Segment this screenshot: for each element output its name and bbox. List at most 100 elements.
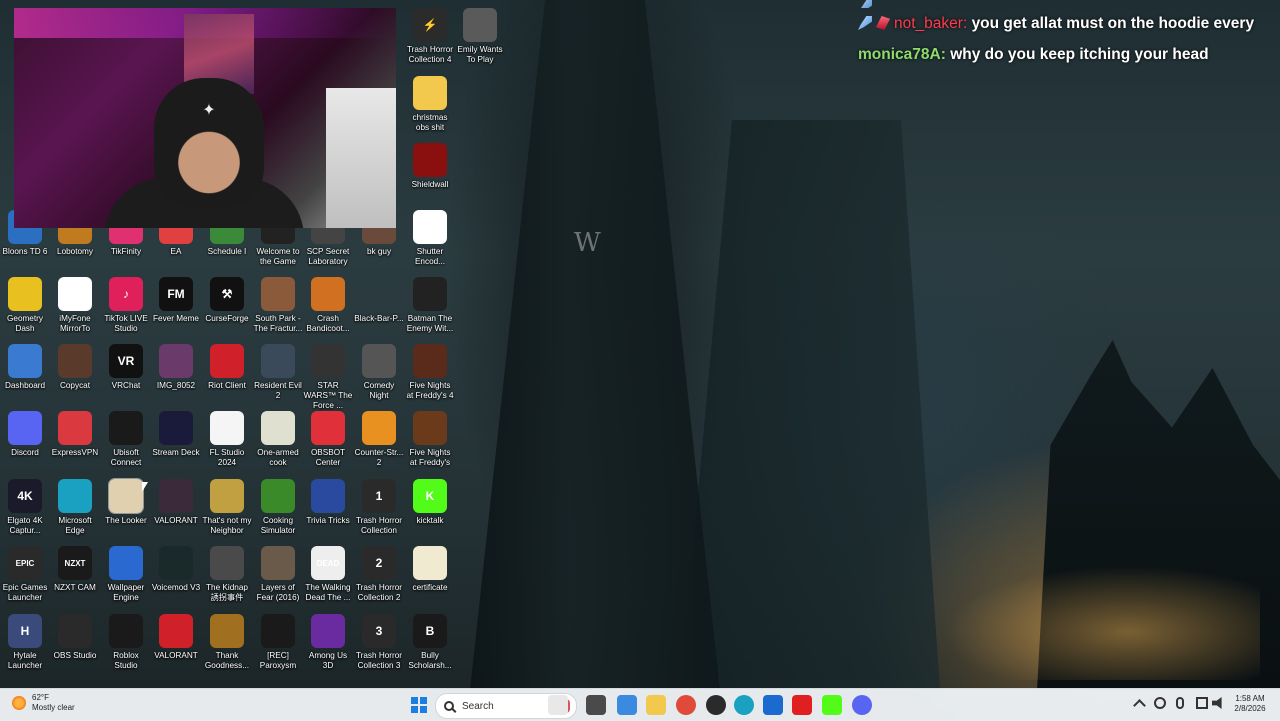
desktop-icon[interactable]: Trivia Tricks <box>303 479 353 526</box>
desktop-icon[interactable]: That's not my Neighbor <box>202 479 252 536</box>
desktop-icon[interactable]: [REC] Paroxysm <box>253 614 303 671</box>
mirror-icon <box>58 277 92 311</box>
desktop-icon[interactable]: Copycat <box>50 344 100 391</box>
taskbar-clock[interactable]: 1:58 AM 2/8/2026 <box>1228 694 1272 714</box>
edge-icon[interactable] <box>734 695 754 715</box>
onedrive-icon[interactable] <box>1154 697 1166 709</box>
desktop-icon[interactable]: Resident Evil 2 <box>253 344 303 401</box>
desktop-icon-label: Microsoft Edge <box>58 516 92 535</box>
desktop-icon[interactable]: VALORANT <box>151 614 201 661</box>
vpn-icon <box>58 411 92 445</box>
desktop-icon[interactable]: Ubisoft Connect <box>101 411 151 468</box>
desktop-icon[interactable]: Stream Deck <box>151 411 201 458</box>
desktop-icon[interactable]: Riot Client <box>202 344 252 391</box>
widgets-icon[interactable] <box>548 695 568 715</box>
desktop-icon[interactable]: Shutter Encod... <box>405 210 455 267</box>
chevron-up-icon[interactable] <box>1133 697 1146 712</box>
desktop-icon[interactable]: B Bully Scholarsh... <box>405 614 455 671</box>
chrome-icon[interactable] <box>676 695 696 715</box>
copilot-icon[interactable] <box>617 695 637 715</box>
file-explorer-icon[interactable] <box>586 695 606 715</box>
shield-check-icon <box>8 344 42 378</box>
desktop-icon[interactable]: NZXT NZXT CAM <box>50 546 100 593</box>
desktop-icon[interactable]: Crash Bandicoot... <box>303 277 353 334</box>
desktop-icon-label: Copycat <box>59 381 91 390</box>
desktop-icon[interactable]: Voicemod V3 <box>151 546 201 593</box>
windows-start-icon[interactable] <box>411 697 427 713</box>
desktop-icon-label: Discord <box>11 448 39 457</box>
desktop-icon[interactable]: Emily Wants To Play <box>455 8 505 65</box>
desktop-icon[interactable]: Five Nights at Freddy's <box>405 411 455 468</box>
desktop-icon-label: Resident Evil 2 <box>254 381 302 400</box>
desktop-icon[interactable]: Dashboard <box>0 344 50 391</box>
kick-icon: K <box>413 479 447 513</box>
discord-icon[interactable] <box>852 695 872 715</box>
discord-icon <box>8 411 42 445</box>
webcam-pc-case <box>326 88 396 228</box>
desktop-icon[interactable]: One-armed cook <box>253 411 303 468</box>
obs-icon[interactable] <box>706 695 726 715</box>
desktop-icon-label: Dashboard <box>4 381 46 390</box>
desktop-icon[interactable]: FL Studio 2024 <box>202 411 252 468</box>
desktop-icon[interactable]: 4K Elgato 4K Captur... <box>0 479 50 536</box>
kick-icon[interactable] <box>822 695 842 715</box>
desktop-icon[interactable]: Comedy Night <box>354 344 404 401</box>
chat-text: why do you keep itching your head <box>950 46 1209 63</box>
desktop-icon-label: Cooking Simulator <box>260 516 296 535</box>
game-icon <box>261 344 295 378</box>
volume-icon[interactable] <box>1212 697 1222 709</box>
desktop-icon[interactable]: Thank Goodness... <box>202 614 252 671</box>
desktop-icon[interactable]: 1 Trash Horror Collection <box>354 479 404 536</box>
folder-icon[interactable] <box>646 695 666 715</box>
desktop-icon[interactable]: Discord <box>0 411 50 458</box>
desktop-icon[interactable]: Geometry Dash <box>0 277 50 334</box>
desktop-icon[interactable]: 3 Trash Horror Collection 3 <box>354 614 404 671</box>
desktop-icon[interactable]: Among Us 3D <box>303 614 353 671</box>
desktop-icon[interactable]: Roblox Studio <box>101 614 151 671</box>
desktop-icon[interactable]: Counter-Str... 2 <box>354 411 404 468</box>
desktop-icon[interactable]: FM Fever Meme <box>151 277 201 324</box>
desktop-icon[interactable]: Batman The Enemy Wit... <box>405 277 455 334</box>
desktop-icon[interactable]: OBS Studio <box>50 614 100 661</box>
desktop-icon[interactable]: Wallpaper Engine <box>101 546 151 603</box>
riot-icon <box>210 344 244 378</box>
desktop-icon[interactable]: ♪ TikTok LIVE Studio <box>101 277 151 334</box>
desktop-icon[interactable]: EPIC Epic Games Launcher <box>0 546 50 603</box>
desktop-icon[interactable]: christmas obs shit <box>405 76 455 133</box>
desktop-icon[interactable]: certificate <box>405 546 455 593</box>
desktop-icon[interactable]: ⚒ CurseForge <box>202 277 252 324</box>
desktop-icon[interactable]: Shieldwall <box>405 143 455 190</box>
desktop-icon[interactable]: iMyFone MirrorTo <box>50 277 100 334</box>
desktop-icon[interactable]: VR VRChat <box>101 344 151 391</box>
crash-icon <box>311 277 345 311</box>
desktop-icon[interactable]: Microsoft Edge <box>50 479 100 536</box>
desktop-icon[interactable]: IMG_8052 <box>151 344 201 391</box>
desktop-icon[interactable]: OBSBOT Center <box>303 411 353 468</box>
desktop-icon[interactable]: South Park - The Fractur... <box>253 277 303 334</box>
desktop-icon[interactable]: 2 Trash Horror Collection 2 <box>354 546 404 603</box>
desktop-icon-label: bk guy <box>366 247 392 256</box>
desktop-icon[interactable]: Kkicktalk <box>405 479 455 526</box>
riot-icon <box>159 614 193 648</box>
desktop-icon[interactable]: STAR WARS™ The Force ... <box>303 344 353 411</box>
desktop-icon[interactable]: ExpressVPN <box>50 411 100 458</box>
desktop-icon[interactable]: H Hytale Launcher <box>0 614 50 671</box>
desktop-icon[interactable]: Cooking Simulator <box>253 479 303 536</box>
sword-badge-icon <box>858 16 872 30</box>
obsbot-icon <box>311 411 345 445</box>
desktop-icon[interactable]: ⚡ Trash Horror Collection 4 <box>405 8 455 65</box>
microphone-icon[interactable] <box>1176 697 1184 709</box>
chat-username: monica78A: <box>858 46 946 63</box>
desktop-icon[interactable]: Layers of Fear (2016) <box>253 546 303 603</box>
youtube-icon[interactable] <box>792 695 812 715</box>
store-icon[interactable] <box>763 695 783 715</box>
desktop-icon[interactable]: VALORANT <box>151 479 201 526</box>
desktop-icon[interactable]: DEAD The Walking Dead The ... <box>303 546 353 603</box>
network-icon[interactable] <box>1196 697 1208 709</box>
desktop-icon-label: Shutter Encod... <box>414 247 446 266</box>
desktop-icon[interactable]: The Kidnap 誘拐事件 <box>202 546 252 603</box>
weather-widget[interactable]: 62°F Mostly clear <box>12 693 75 713</box>
desktop-icon[interactable]: Black-Bar-P... <box>354 277 404 324</box>
game-icon: 1 <box>362 479 396 513</box>
desktop-icon[interactable]: Five Nights at Freddy's 4 <box>405 344 455 401</box>
